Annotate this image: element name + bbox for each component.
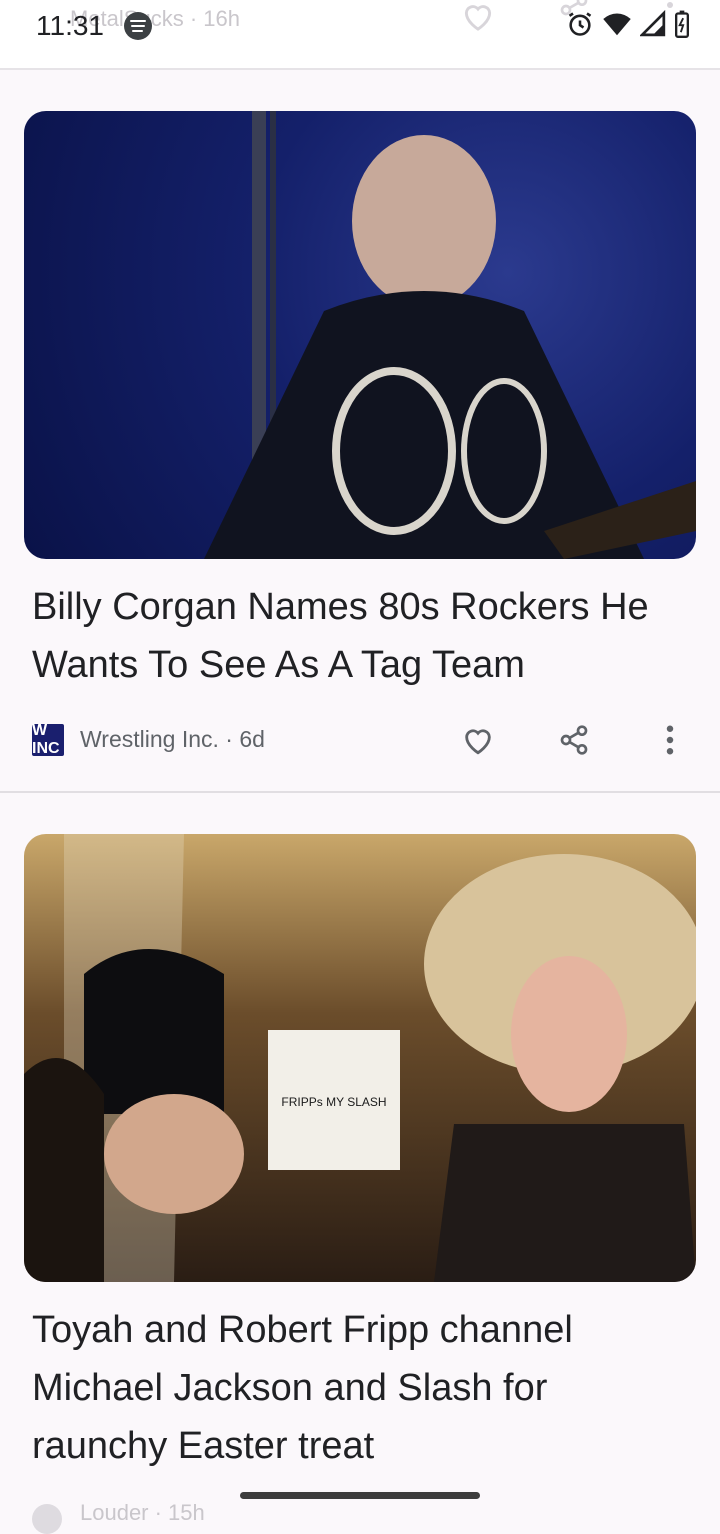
status-bar: MetalSucks · 16h 11:31: [0, 0, 720, 70]
article-image-photo: FRIPPs MY SLASH: [24, 834, 696, 1282]
article-image[interactable]: FRIPPs MY SLASH: [24, 834, 696, 1282]
article-headline[interactable]: Toyah and Robert Fripp channel Michael J…: [32, 1301, 682, 1475]
status-time: 11:31: [36, 10, 104, 41]
alarm-icon: [568, 12, 592, 36]
article-meta: W INC Wrestling Inc. · 6d: [32, 722, 692, 758]
signal-icon: [640, 10, 666, 37]
share-icon: [560, 725, 588, 755]
status-icons: [566, 10, 690, 38]
battery-icon: [675, 10, 689, 38]
article-image[interactable]: [24, 111, 696, 559]
article-headline[interactable]: Billy Corgan Names 80s Rockers He Wants …: [32, 578, 682, 694]
spotify-icon: [124, 12, 152, 40]
heart-icon: [465, 729, 491, 755]
like-button[interactable]: [460, 722, 496, 758]
article-image-photo: [204, 111, 696, 559]
card-divider: [0, 791, 720, 793]
more-vert-icon: [666, 725, 674, 755]
home-indicator[interactable]: [240, 1492, 480, 1499]
fripp-sign-text: FRIPPs MY SLASH: [281, 1095, 386, 1109]
previous-card-heart-icon: [460, 0, 496, 37]
share-button[interactable]: [556, 722, 592, 758]
source-and-time: Wrestling Inc. · 6d: [80, 726, 265, 752]
wifi-icon: [603, 13, 631, 36]
more-options-button[interactable]: [652, 722, 688, 758]
source-logo: W INC: [32, 722, 64, 757]
next-source-logo: [32, 1504, 62, 1534]
next-source-and-time: Louder · 15h: [80, 1500, 205, 1525]
